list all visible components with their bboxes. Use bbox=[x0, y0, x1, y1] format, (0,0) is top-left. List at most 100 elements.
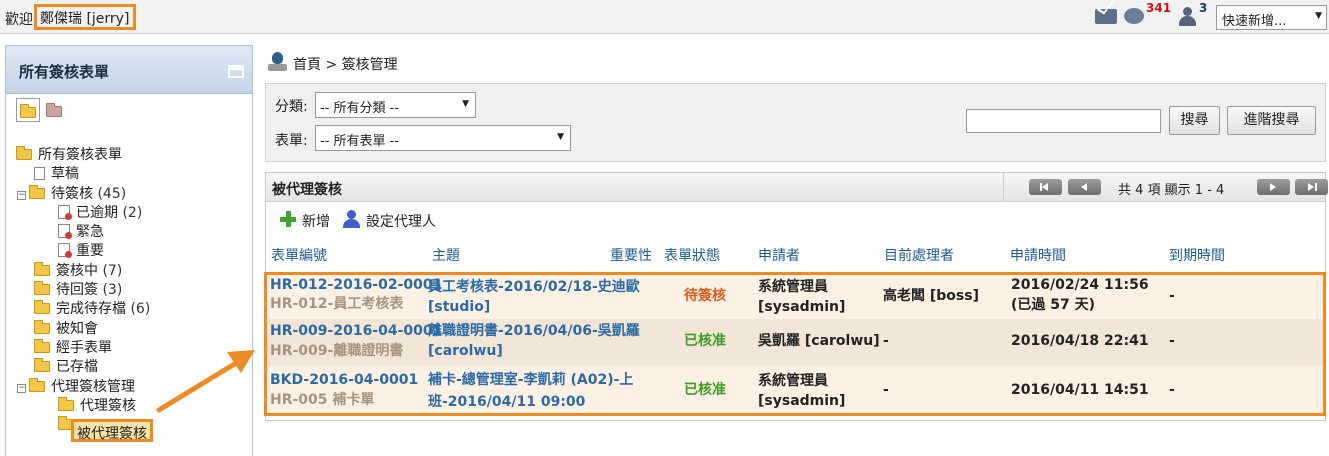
col-applicant[interactable]: 申請者 bbox=[758, 245, 800, 265]
apply-time: 2016/04/11 14:51 bbox=[1011, 382, 1149, 398]
current-handler: - bbox=[883, 382, 889, 398]
set-delegate-button[interactable]: 設定代理人 bbox=[366, 211, 436, 231]
col-apply-time[interactable]: 申請時間 bbox=[1010, 245, 1066, 265]
table-row[interactable]: HR-009-2016-04-0001 HR-009-離職證明書 離職證明書-2… bbox=[266, 319, 1325, 366]
mail-icon[interactable] bbox=[1095, 9, 1117, 24]
form-select[interactable]: -- 所有表單 -- ▼ bbox=[315, 125, 571, 151]
category-label: 分類: bbox=[275, 99, 308, 115]
tree-item-count: (7) bbox=[102, 262, 123, 279]
col-status[interactable]: 表單狀態 bbox=[664, 245, 720, 265]
subject-link-line2[interactable]: 班-2016/04/11 09:00 bbox=[428, 392, 585, 412]
tree-item-handled[interactable]: 經手表單 bbox=[16, 338, 150, 358]
folder-icon bbox=[58, 396, 74, 411]
dropdown-arrow-icon: ▼ bbox=[462, 99, 469, 109]
next-page-icon[interactable] bbox=[1257, 179, 1290, 195]
tree-item-urgent[interactable]: 緊急 bbox=[16, 223, 150, 242]
collapse-panel-icon[interactable] bbox=[228, 65, 244, 78]
folder-icon bbox=[29, 377, 45, 392]
quick-add-select[interactable]: 快速新增... ▼ bbox=[1216, 5, 1327, 30]
tree-item-in-progress[interactable]: 簽核中 (7) bbox=[16, 261, 150, 281]
tree-item-label: 重要 bbox=[76, 243, 104, 260]
search-button[interactable]: 搜尋 bbox=[1169, 106, 1220, 135]
current-handler: 高老闆 [boss] bbox=[883, 288, 979, 304]
applicant: 吳凱羅 [carolwu] bbox=[758, 333, 880, 349]
form-label: 表單: bbox=[275, 133, 308, 149]
tree-item-count: (3) bbox=[102, 282, 123, 299]
tree-toggle-icon[interactable]: − bbox=[17, 383, 26, 393]
tree-item-overdue[interactable]: 已逾期 (2) bbox=[16, 204, 150, 223]
due-time: - bbox=[1169, 382, 1175, 398]
expand-all-button[interactable] bbox=[16, 98, 40, 122]
folder-icon bbox=[46, 103, 62, 117]
online-users-count: 3 bbox=[1199, 1, 1208, 15]
col-handler[interactable]: 目前處理者 bbox=[884, 245, 954, 265]
form-type: HR-005 補卡單 bbox=[270, 392, 375, 408]
apply-time: 2016/04/18 22:41 bbox=[1011, 333, 1149, 349]
tree-item-pending[interactable]: − 待簽核 (45) bbox=[16, 184, 150, 204]
first-page-icon[interactable] bbox=[1029, 179, 1062, 195]
dropdown-arrow-icon: ▼ bbox=[557, 132, 564, 142]
tree-toggle-icon[interactable]: − bbox=[17, 190, 26, 200]
subject-link[interactable]: 員工考核表-2016/02/18-史迪歐 bbox=[428, 277, 640, 297]
subject-link[interactable]: 離職證明書-2016/04/06-吳凱羅 bbox=[428, 321, 640, 341]
online-users-icon[interactable] bbox=[1179, 7, 1196, 26]
status-badge: 待簽核 bbox=[684, 288, 726, 304]
document-icon bbox=[34, 167, 45, 181]
breadcrumb-current: 簽核管理 bbox=[341, 57, 398, 73]
overdue-icon bbox=[58, 204, 72, 220]
last-page-icon[interactable] bbox=[1295, 179, 1328, 195]
tree-item-label: 已逾期 bbox=[76, 204, 118, 221]
add-button[interactable]: 新增 bbox=[302, 211, 330, 231]
col-priority[interactable]: 重要性 bbox=[610, 245, 652, 265]
table-row[interactable]: BKD-2016-04-0001 HR-005 補卡單 補卡-總管理室-李凱莉 … bbox=[266, 366, 1325, 413]
tree-item-count: (2) bbox=[122, 204, 143, 221]
tree-item-delegated-selected[interactable]: 被代理簽核 bbox=[71, 419, 153, 442]
applicant-account: [sysadmin] bbox=[758, 393, 846, 409]
tree-item-delegation[interactable]: − 代理簽核管理 bbox=[16, 377, 150, 397]
sidebar-title: 所有簽核表單 bbox=[19, 63, 110, 81]
advanced-search-button[interactable]: 進階搜尋 bbox=[1227, 106, 1316, 135]
pager: 共 4 項 顯示 1 - 4 bbox=[1003, 173, 1328, 201]
form-no-link[interactable]: BKD-2016-04-0001 bbox=[270, 370, 418, 390]
status-badge: 已核准 bbox=[684, 333, 726, 349]
subject-link[interactable]: 補卡-總管理室-李凱莉 (A02)-上 bbox=[428, 370, 633, 390]
important-icon bbox=[58, 243, 72, 259]
subject-link-line2[interactable]: [carolwu] bbox=[428, 341, 503, 361]
plus-icon[interactable] bbox=[280, 211, 296, 227]
folder-icon bbox=[34, 358, 50, 373]
current-user[interactable]: 鄭傑瑞 [jerry] bbox=[34, 4, 137, 30]
tree-item-label: 簽核中 bbox=[56, 262, 98, 279]
tree-item-notified[interactable]: 被知會 bbox=[16, 319, 150, 339]
form-no-link[interactable]: HR-009-2016-04-0001 bbox=[270, 321, 442, 341]
search-input[interactable] bbox=[966, 109, 1161, 133]
tree-item-count: (45) bbox=[97, 185, 127, 202]
folder-icon bbox=[34, 261, 50, 276]
col-due-time[interactable]: 到期時間 bbox=[1169, 245, 1225, 265]
breadcrumb-home[interactable]: 首頁 bbox=[293, 57, 321, 73]
user-icon[interactable] bbox=[343, 210, 360, 228]
category-select[interactable]: -- 所有分類 -- ▼ bbox=[315, 92, 476, 118]
panel-header: 被代理簽核 共 4 項 顯示 1 - 4 bbox=[266, 173, 1328, 202]
quick-add-value: 快速新增... bbox=[1222, 14, 1287, 29]
collapse-all-button[interactable] bbox=[43, 98, 67, 122]
prev-page-icon[interactable] bbox=[1068, 179, 1101, 195]
tree-item-archived[interactable]: 已存檔 bbox=[16, 358, 150, 377]
tree-item-important[interactable]: 重要 bbox=[16, 242, 150, 261]
tree-item-label: 完成待存檔 bbox=[56, 301, 126, 318]
form-type: HR-012-員工考核表 bbox=[270, 296, 404, 312]
table-row[interactable]: HR-012-2016-02-0001 HR-012-員工考核表 員工考核表-2… bbox=[266, 274, 1325, 319]
form-no-link[interactable]: HR-012-2016-02-0001 bbox=[270, 275, 442, 295]
tree-item-to-archive[interactable]: 完成待存檔 (6) bbox=[16, 300, 150, 319]
tree-item-label: 代理簽核 bbox=[80, 397, 136, 414]
tree-item-label: 代理簽核管理 bbox=[51, 378, 135, 395]
tree-item-all[interactable]: 所有簽核表單 bbox=[16, 146, 150, 165]
col-form-no[interactable]: 表單編號 bbox=[271, 245, 327, 265]
tree-item-draft[interactable]: 草稿 bbox=[16, 165, 150, 184]
tree-item-delegate-sign[interactable]: 代理簽核 bbox=[16, 396, 150, 416]
tree-item-return[interactable]: 待回簽 (3) bbox=[16, 281, 150, 300]
col-subject[interactable]: 主題 bbox=[432, 245, 460, 265]
subject-link-line2[interactable]: [studio] bbox=[428, 297, 490, 317]
form-tree: 所有簽核表單 草稿 − 待簽核 (45) 已逾期 (2) 緊急 重要 簽核中 (7… bbox=[16, 146, 150, 435]
chat-icon[interactable] bbox=[1124, 8, 1144, 24]
apply-time: 2016/02/24 11:56 bbox=[1011, 277, 1149, 293]
